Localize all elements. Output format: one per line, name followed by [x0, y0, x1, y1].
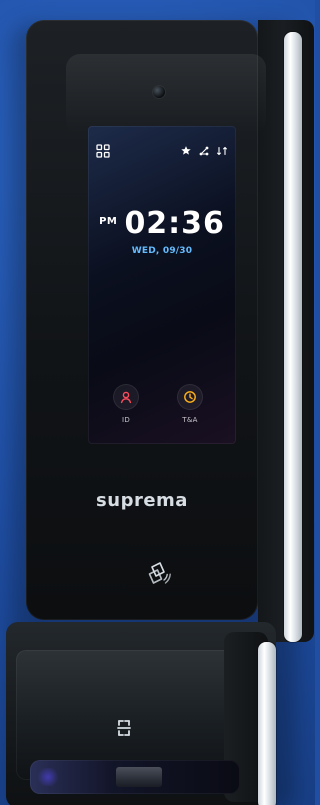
side-chrome-bar — [284, 32, 302, 642]
screen-status-bar — [96, 142, 228, 160]
ampm-indicator: PM — [99, 216, 118, 227]
brand-logo: suprema — [96, 490, 188, 511]
qr-scan-icon[interactable] — [112, 716, 136, 740]
scanner-glow — [36, 768, 60, 786]
base-chrome-bar — [258, 642, 276, 805]
screen-action-buttons: ID T&A — [88, 384, 236, 444]
clock-display: PM 02:36 — [88, 206, 236, 241]
network-status-icon — [199, 146, 209, 156]
tna-button[interactable]: T&A — [172, 384, 208, 432]
camera-lens — [153, 86, 165, 98]
date-text: WED, 09/30 — [131, 246, 193, 256]
clock-icon — [184, 391, 196, 403]
status-icons — [180, 142, 228, 160]
bottom-scanner-window — [30, 760, 240, 794]
time-text: 02:36 — [124, 206, 225, 241]
scene: PM 02:36 WED, 09/30 ID T&A suprema — [0, 0, 315, 805]
id-button-label: ID — [121, 416, 131, 424]
top-gloss — [66, 54, 266, 134]
id-button[interactable]: ID — [108, 384, 144, 432]
person-icon — [120, 391, 132, 404]
scanner-lens — [116, 767, 162, 787]
touch-screen[interactable]: PM 02:36 WED, 09/30 ID T&A — [88, 126, 236, 444]
sync-status-icon — [217, 146, 227, 156]
terminal-body: PM 02:36 WED, 09/30 ID T&A suprema — [26, 20, 314, 642]
nfc-card-reader-icon[interactable] — [140, 558, 174, 592]
star-status-icon — [181, 146, 191, 155]
menu-grid-icon[interactable] — [96, 144, 110, 158]
tna-button-label: T&A — [182, 416, 198, 424]
